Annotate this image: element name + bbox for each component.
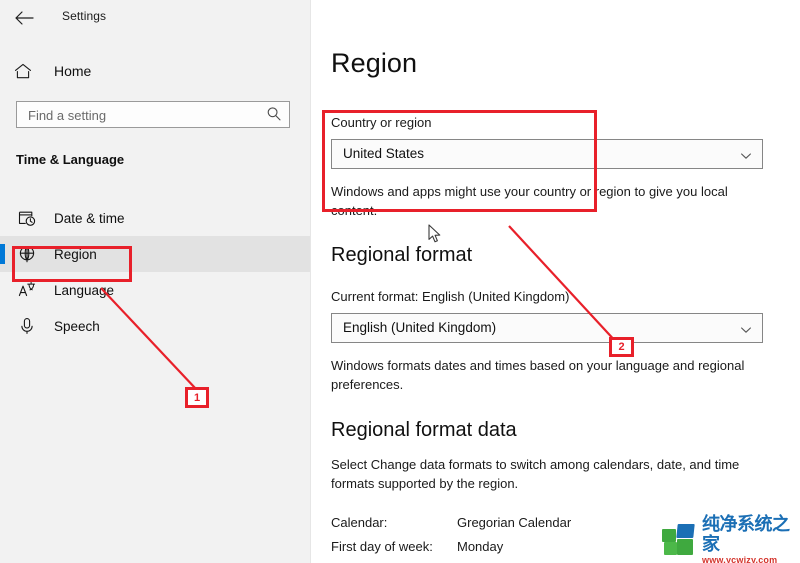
page-title: Region <box>331 48 418 78</box>
country-or-region-value: United States <box>343 146 425 161</box>
regional-format-data-heading: Regional format data <box>331 419 517 441</box>
sidebar-item-speech-label: Speech <box>54 318 100 334</box>
watermark: 纯净系统之家 www.ycwjzy.com <box>662 514 796 563</box>
language-icon <box>16 280 38 300</box>
sidebar-item-home-label: Home <box>54 63 92 79</box>
globe-icon <box>16 244 38 264</box>
calendar-value: Gregorian Calendar <box>457 515 572 530</box>
selection-indicator <box>0 244 5 264</box>
sidebar-item-speech[interactable]: Speech <box>0 308 310 344</box>
first-day-of-week-value: Monday <box>457 539 504 554</box>
back-arrow-icon[interactable] <box>10 4 38 32</box>
regional-format-heading: Regional format <box>331 244 473 266</box>
title-bar: Settings <box>0 0 310 36</box>
sidebar-nav: Date & time Region Language Speech <box>0 200 310 344</box>
home-icon <box>14 61 40 81</box>
chevron-down-icon[interactable] <box>740 149 752 161</box>
sidebar-item-date-and-time-label: Date & time <box>54 210 125 226</box>
regional-format-current: Current format: English (United Kingdom) <box>331 289 570 304</box>
search-input[interactable] <box>26 102 260 129</box>
watermark-url: www.ycwjzy.com <box>702 554 778 563</box>
country-or-region-label: Country or region <box>331 115 432 130</box>
microphone-icon <box>16 316 38 336</box>
watermark-logo-icon <box>662 524 696 556</box>
country-or-region-dropdown[interactable]: United States <box>331 139 763 169</box>
sidebar-item-language-label: Language <box>54 282 115 298</box>
settings-window: Settings Home Time & Language <box>0 0 800 563</box>
regional-format-description: Windows formats dates and times based on… <box>331 358 745 392</box>
regional-format-data-description: Select Change data formats to switch amo… <box>331 457 740 491</box>
regional-format-dropdown[interactable]: English (United Kingdom) <box>331 313 763 343</box>
sidebar-item-language[interactable]: Language <box>0 272 310 308</box>
regional-format-value: English (United Kingdom) <box>343 320 497 335</box>
sidebar-item-home[interactable]: Home <box>8 57 298 85</box>
content-panel: Region Country or region United States W… <box>311 0 800 563</box>
country-or-region-description: Windows and apps might use your country … <box>331 184 728 218</box>
first-day-of-week-key: First day of week: <box>331 539 433 554</box>
search-icon[interactable] <box>266 106 282 122</box>
watermark-name: 纯净系统之家 <box>702 513 790 555</box>
chevron-down-icon[interactable] <box>740 323 752 335</box>
sidebar-item-date-and-time[interactable]: Date & time <box>0 200 310 236</box>
search-box[interactable] <box>16 101 290 129</box>
app-title: Settings <box>62 9 107 23</box>
sidebar-item-region[interactable]: Region <box>0 236 310 272</box>
calendar-clock-icon <box>16 208 38 228</box>
calendar-key: Calendar: <box>331 515 388 530</box>
sidebar-item-region-label: Region <box>54 246 97 262</box>
sidebar: Settings Home Time & Language <box>0 0 311 563</box>
sidebar-group-title: Time & Language <box>16 152 125 167</box>
